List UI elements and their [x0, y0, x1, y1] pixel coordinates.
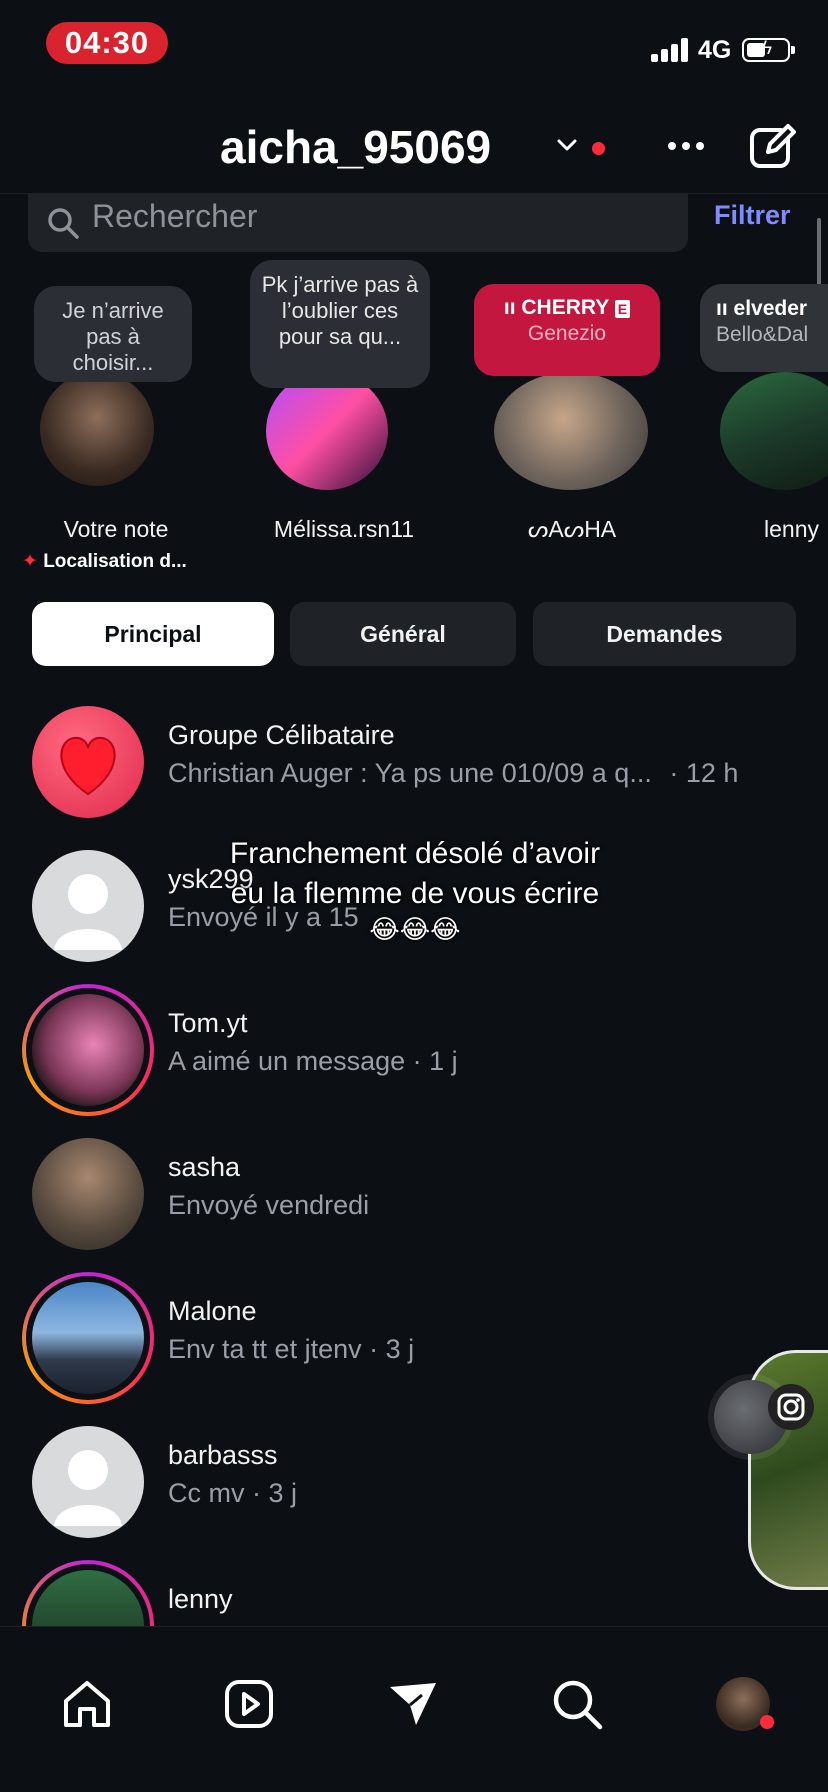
- notification-dot: [760, 1715, 774, 1729]
- thread-row[interactable]: Groupe Célibataire Christian Auger : Ya …: [0, 684, 828, 824]
- search-placeholder: Rechercher: [92, 198, 258, 234]
- home-icon[interactable]: [60, 1677, 114, 1731]
- my-note-avatar[interactable]: [40, 372, 154, 486]
- sasha-avatar: [32, 1138, 144, 1250]
- battery-icon: ϟ: [742, 38, 795, 62]
- note-name: lenny: [764, 516, 819, 542]
- status-bar: 04:30 4G ϟ: [0, 0, 828, 90]
- music-artist: Bello&Dal: [716, 323, 809, 346]
- thread-preview: Cc mv · 3 j: [168, 1478, 298, 1508]
- my-note-bubble[interactable]: Je n’arrive pas à choisir...: [34, 286, 192, 382]
- location-pin-icon: ✦: [22, 551, 38, 572]
- thread-name: Tom.yt: [168, 1008, 248, 1038]
- reels-icon[interactable]: [222, 1677, 276, 1731]
- note-avatar-lenny[interactable]: [720, 372, 828, 490]
- notes-row: Je n’arrive pas à choisir... Votre note …: [0, 256, 828, 576]
- note-text: Je n’arrive pas à choisir...: [62, 298, 164, 375]
- default-avatar: [32, 850, 144, 962]
- thread-name: Groupe Célibataire: [168, 720, 395, 750]
- messages-icon[interactable]: [386, 1677, 440, 1731]
- music-title: elveder: [733, 297, 808, 320]
- thread-preview: Christian Auger : Ya ps une 010/09 a q..…: [168, 758, 739, 788]
- thread-preview: Env ta tt et jtenv · 3 j: [168, 1334, 415, 1364]
- video-caption-overlay: Franchement désolé d’avoir eu la flemme …: [190, 834, 640, 944]
- thread-name: barbasss: [168, 1440, 278, 1470]
- note-bubble-melissa[interactable]: Pk j’arrive pas à l’oublier ces pour sa …: [250, 260, 430, 388]
- note-name: Votre note: [63, 516, 169, 542]
- malone-avatar: [32, 1282, 144, 1394]
- explore-icon[interactable]: [550, 1677, 604, 1731]
- music-bars-icon: ıı: [716, 297, 728, 320]
- filter-button[interactable]: Filtrer: [714, 200, 791, 231]
- music-artist: Genezio: [527, 322, 607, 345]
- thread-name: lenny: [168, 1584, 233, 1614]
- thread-preview: A aimé un message · 1 j: [168, 1046, 458, 1076]
- music-note-cherry[interactable]: ıı CHERRY E Genezio: [474, 284, 660, 376]
- signal-icon: [651, 38, 691, 62]
- note-name: ᔕAᔕHA: [527, 516, 617, 542]
- caption-line: Franchement désolé d’avoir: [229, 837, 601, 870]
- tab-principal[interactable]: Principal: [32, 602, 274, 666]
- notification-dot: [592, 142, 605, 155]
- note-name: Mélissa.rsn11: [273, 516, 415, 542]
- search-input[interactable]: Rechercher: [28, 194, 688, 252]
- thread-name: Malone: [168, 1296, 257, 1326]
- thread-row[interactable]: barbasss Cc mv · 3 j: [0, 1404, 828, 1544]
- person-icon: [54, 1450, 122, 1526]
- compose-icon[interactable]: [748, 122, 796, 170]
- bottom-nav: [0, 1626, 828, 1792]
- thread-name: sasha: [168, 1152, 241, 1182]
- thread-preview: Envoyé vendredi: [168, 1190, 370, 1220]
- profile-icon[interactable]: [716, 1677, 774, 1731]
- instagram-icon[interactable]: [768, 1384, 814, 1430]
- location-text: Localisation d...: [43, 551, 187, 572]
- thread-row[interactable]: Tom.yt A aimé un message · 1 j: [0, 972, 828, 1116]
- person-icon: [54, 874, 122, 950]
- location-label[interactable]: ✦ Localisation d...: [22, 550, 187, 573]
- default-avatar: [32, 1426, 144, 1538]
- caption-line: eu la flemme de vous écrire: [230, 877, 600, 910]
- note-avatar-melissa[interactable]: [266, 372, 388, 490]
- tab-demandes[interactable]: Demandes: [533, 602, 796, 666]
- group-avatar: [32, 706, 144, 818]
- music-bars-icon: ıı: [503, 296, 516, 319]
- note-avatar-sasha[interactable]: [494, 372, 648, 490]
- status-time: 04:30: [46, 22, 168, 64]
- note-text: Pk j’arrive pas à l’oublier ces pour sa …: [261, 272, 419, 349]
- thread-row[interactable]: sasha Envoyé vendredi: [0, 1116, 828, 1256]
- explicit-badge: E: [614, 300, 631, 318]
- tab-general[interactable]: Général: [290, 602, 516, 666]
- thread-row[interactable]: Malone Env ta tt et jtenv · 3 j: [0, 1260, 828, 1404]
- music-note-lenny[interactable]: ıı elveder Bello&Dal: [700, 284, 828, 372]
- heart-icon: [60, 736, 116, 796]
- tiger-avatar: [32, 994, 144, 1106]
- search-icon: [48, 208, 79, 239]
- chevron-down-icon[interactable]: [556, 134, 578, 156]
- header: aicha_95069: [0, 100, 828, 194]
- caption-emoji: 😂😂😂: [369, 914, 461, 944]
- more-icon[interactable]: [664, 136, 708, 156]
- account-username[interactable]: aicha_95069: [220, 120, 491, 174]
- network-label: 4G: [698, 36, 732, 64]
- music-title: CHERRY: [521, 296, 609, 319]
